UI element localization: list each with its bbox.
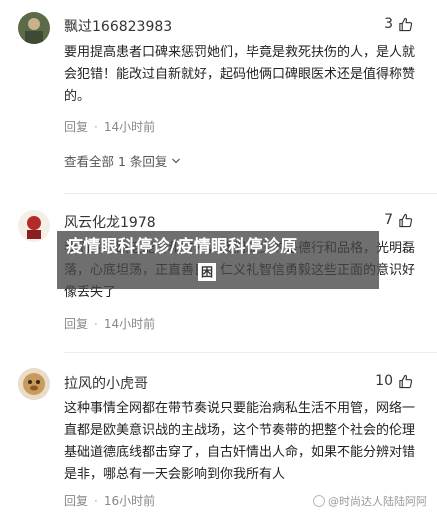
reply-button[interactable]: 回复	[64, 315, 88, 332]
avatar-image	[18, 12, 50, 44]
timestamp: 16小时前	[103, 494, 156, 508]
timestamp: 14小时前	[103, 317, 156, 331]
separator-dot: ·	[94, 119, 98, 134]
divider	[64, 193, 437, 194]
reply-button[interactable]: 回复	[64, 492, 88, 509]
avatar[interactable]	[18, 12, 50, 44]
avatar[interactable]	[18, 210, 50, 242]
overlay-icon: 困	[198, 263, 216, 281]
like-button[interactable]: 3	[384, 16, 413, 32]
avatar[interactable]	[18, 368, 50, 400]
username[interactable]: 拉风的小虎哥	[64, 373, 148, 393]
avatar-image	[18, 368, 50, 400]
view-replies-link[interactable]: 查看全部 1 条回复	[64, 151, 181, 170]
like-button[interactable]: 7	[384, 212, 413, 228]
comment-text: 这种事情全网都在带节奏说只要能治病私生活不用管，网络一直都是欧美意识战的主战场，…	[64, 401, 416, 482]
thumbs-up-icon	[399, 17, 413, 31]
thumbs-up-icon	[399, 374, 413, 388]
overlay-title: 疫情眼科停诊/疫情眼科停诊原	[66, 237, 298, 257]
avatar-image	[18, 210, 50, 242]
watermark: @时尚达人陆陆阿阿	[313, 493, 427, 509]
username[interactable]: 风云化龙1978	[64, 212, 156, 232]
comment-text: 要用提高患者口碑来惩罚她们，毕竟是救死扶伤的人，是人就会犯错！能改过自新就好，起…	[64, 45, 416, 104]
view-replies-label: 查看全部 1 条回复	[64, 154, 168, 169]
comment-meta: 回复 · 14小时前	[64, 315, 155, 332]
comment-meta: 回复 · 16小时前	[64, 492, 155, 509]
timestamp: 14小时前	[103, 120, 156, 134]
like-count: 10	[375, 373, 393, 389]
like-count: 7	[384, 212, 393, 228]
divider	[64, 352, 437, 353]
thumbs-up-icon	[399, 213, 413, 227]
reply-button[interactable]: 回复	[64, 118, 88, 135]
watermark-logo-icon	[313, 495, 325, 507]
like-button[interactable]: 10	[375, 373, 413, 389]
like-count: 3	[384, 16, 393, 32]
username[interactable]: 飘过166823983	[64, 16, 172, 36]
watermark-text: @时尚达人陆陆阿阿	[328, 495, 427, 508]
separator-dot: ·	[94, 493, 98, 508]
chevron-down-icon	[172, 158, 181, 163]
separator-dot: ·	[94, 316, 98, 331]
comment-meta: 回复 · 14小时前	[64, 118, 155, 135]
